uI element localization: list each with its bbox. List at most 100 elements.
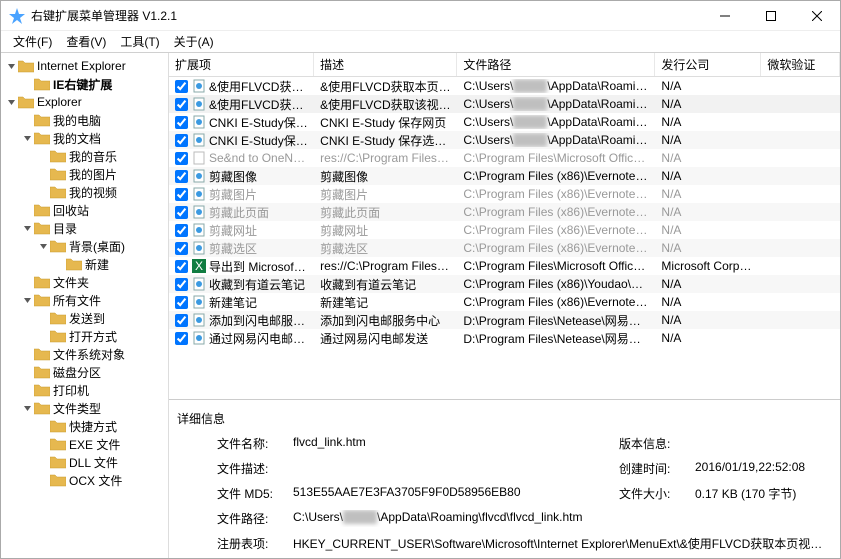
row-checkbox[interactable] xyxy=(175,134,188,147)
row-checkbox[interactable] xyxy=(175,278,188,291)
tree-node[interactable]: 打开方式 xyxy=(1,327,168,345)
row-checkbox[interactable] xyxy=(175,116,188,129)
tree-panel[interactable]: Internet ExplorerIE右键扩展Explorer我的电脑我的文档我… xyxy=(1,53,169,558)
cell-publisher: N/A xyxy=(655,133,761,147)
folder-icon xyxy=(34,383,50,397)
table-row[interactable]: 剪藏选区剪藏选区C:\Program Files (x86)\Evernote\… xyxy=(169,239,840,257)
tree-node[interactable]: EXE 文件 xyxy=(1,435,168,453)
tree-node[interactable]: 背景(桌面) xyxy=(1,237,168,255)
row-checkbox[interactable] xyxy=(175,332,188,345)
table-row[interactable]: CNKI E-Study保存…CNKI E-Study 保存网页C:\Users… xyxy=(169,113,840,131)
chevron-down-icon[interactable] xyxy=(5,60,17,72)
folder-icon xyxy=(50,473,66,487)
cell-publisher: N/A xyxy=(655,115,761,129)
value-filesize: 0.17 KB (170 字节) xyxy=(695,485,832,502)
row-checkbox[interactable] xyxy=(175,206,188,219)
value-md5: 513E55AAE7E3FA3705F9F0D58956EB80 xyxy=(293,485,613,502)
tree-node[interactable]: Explorer xyxy=(1,93,168,111)
extension-list[interactable]: 扩展项 描述 文件路径 发行公司 微软验证 &使用FLVCD获取…&使用FLVC… xyxy=(169,53,840,400)
tree-node[interactable]: 文件夹 xyxy=(1,273,168,291)
table-row[interactable]: 新建笔记新建笔记C:\Program Files (x86)\Evernote\… xyxy=(169,293,840,311)
table-row[interactable]: 收藏到有道云笔记收藏到有道云笔记C:\Program Files (x86)\Y… xyxy=(169,275,840,293)
table-row[interactable]: X导出到 Microsoft …res://C:\Program Files\M… xyxy=(169,257,840,275)
tree-node[interactable]: 磁盘分区 xyxy=(1,363,168,381)
menu-file[interactable]: 文件(F) xyxy=(7,31,58,52)
tree-node[interactable]: Internet Explorer xyxy=(1,57,168,75)
tree-node-label: 我的图片 xyxy=(69,166,117,183)
cell-description: &使用FLVCD获取该视频… xyxy=(314,96,457,113)
file-type-icon xyxy=(192,97,206,111)
row-checkbox[interactable] xyxy=(175,224,188,237)
row-checkbox[interactable] xyxy=(175,314,188,327)
row-checkbox[interactable] xyxy=(175,188,188,201)
chevron-down-icon[interactable] xyxy=(21,402,33,414)
menu-tool[interactable]: 工具(T) xyxy=(114,31,165,52)
col-filepath[interactable]: 文件路径 xyxy=(457,53,655,76)
tree-node-label: 文件类型 xyxy=(53,400,101,417)
label-filesize: 文件大小: xyxy=(619,485,689,502)
close-button[interactable] xyxy=(794,1,840,31)
row-checkbox[interactable] xyxy=(175,260,188,273)
detail-heading: 详细信息 xyxy=(177,410,832,427)
file-type-icon xyxy=(192,79,206,93)
row-checkbox[interactable] xyxy=(175,170,188,183)
table-row[interactable]: 剪藏图片剪藏图片C:\Program Files (x86)\Evernote\… xyxy=(169,185,840,203)
tree-node[interactable]: 打印机 xyxy=(1,381,168,399)
tree-node[interactable]: 目录 xyxy=(1,219,168,237)
table-row[interactable]: &使用FLVCD获取…&使用FLVCD获取本页视…C:\Users\XXXX\A… xyxy=(169,77,840,95)
cell-extension: 剪藏图像 xyxy=(209,168,257,185)
row-checkbox[interactable] xyxy=(175,80,188,93)
value-regkey: HKEY_CURRENT_USER\Software\Microsoft\Int… xyxy=(293,535,832,552)
folder-icon xyxy=(34,221,50,235)
chevron-down-icon[interactable] xyxy=(37,240,49,252)
tree-node[interactable]: 我的电脑 xyxy=(1,111,168,129)
chevron-down-icon[interactable] xyxy=(21,294,33,306)
tree-node[interactable]: DLL 文件 xyxy=(1,453,168,471)
table-row[interactable]: 添加到闪电邮服…添加到闪电邮服务中心D:\Program Files\Netea… xyxy=(169,311,840,329)
chevron-down-icon[interactable] xyxy=(21,222,33,234)
col-publisher[interactable]: 发行公司 xyxy=(655,53,761,76)
folder-icon xyxy=(50,149,66,163)
col-msverify[interactable]: 微软验证 xyxy=(761,53,840,76)
table-row[interactable]: 通过网易闪电邮…通过网易闪电邮发送D:\Program Files\Neteas… xyxy=(169,329,840,347)
maximize-button[interactable] xyxy=(748,1,794,31)
tree-node[interactable]: 所有文件 xyxy=(1,291,168,309)
row-checkbox[interactable] xyxy=(175,98,188,111)
tree-node[interactable]: 快捷方式 xyxy=(1,417,168,435)
cell-filepath: C:\Users\XXXX\AppData\Roaming\T… xyxy=(457,115,655,129)
table-row[interactable]: 剪藏网址剪藏网址C:\Program Files (x86)\Evernote\… xyxy=(169,221,840,239)
col-extension[interactable]: 扩展项 xyxy=(169,53,314,76)
tree-node[interactable]: 我的音乐 xyxy=(1,147,168,165)
row-checkbox[interactable] xyxy=(175,296,188,309)
table-row[interactable]: Se&nd to OneNoteres://C:\Program Files\M… xyxy=(169,149,840,167)
table-row[interactable]: 剪藏图像剪藏图像C:\Program Files (x86)\Evernote\… xyxy=(169,167,840,185)
chevron-down-icon[interactable] xyxy=(21,132,33,144)
tree-node[interactable]: 文件类型 xyxy=(1,399,168,417)
tree-node[interactable]: 发送到 xyxy=(1,309,168,327)
table-row[interactable]: CNKI E-Study保存…CNKI E-Study 保存选中…C:\User… xyxy=(169,131,840,149)
table-row[interactable]: 剪藏此页面剪藏此页面C:\Program Files (x86)\Evernot… xyxy=(169,203,840,221)
value-filedesc xyxy=(293,460,613,477)
col-description[interactable]: 描述 xyxy=(314,53,457,76)
tree-node[interactable]: 我的视频 xyxy=(1,183,168,201)
menu-about[interactable]: 关于(A) xyxy=(168,31,220,52)
tree-node-label: IE右键扩展 xyxy=(53,76,112,93)
cell-filepath: C:\Program Files (x86)\Evernote\Ev… xyxy=(457,187,655,201)
menu-view[interactable]: 查看(V) xyxy=(60,31,112,52)
tree-node[interactable]: 我的图片 xyxy=(1,165,168,183)
cell-publisher: N/A xyxy=(655,169,761,183)
tree-node[interactable]: IE右键扩展 xyxy=(1,75,168,93)
chevron-down-icon[interactable] xyxy=(5,96,17,108)
tree-node[interactable]: 新建 xyxy=(1,255,168,273)
cell-extension: CNKI E-Study保存… xyxy=(209,114,308,131)
table-row[interactable]: &使用FLVCD获取…&使用FLVCD获取该视频…C:\Users\XXXX\A… xyxy=(169,95,840,113)
tree-node[interactable]: 文件系统对象 xyxy=(1,345,168,363)
tree-node[interactable]: OCX 文件 xyxy=(1,471,168,489)
cell-extension: &使用FLVCD获取… xyxy=(209,78,308,95)
row-checkbox[interactable] xyxy=(175,242,188,255)
cell-extension: 剪藏此页面 xyxy=(209,204,269,221)
row-checkbox[interactable] xyxy=(175,152,188,165)
tree-node[interactable]: 回收站 xyxy=(1,201,168,219)
tree-node[interactable]: 我的文档 xyxy=(1,129,168,147)
minimize-button[interactable] xyxy=(702,1,748,31)
